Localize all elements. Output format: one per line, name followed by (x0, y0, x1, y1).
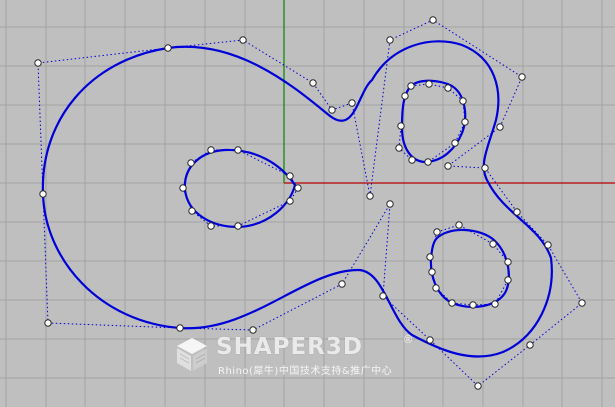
control-polygons (37, 19, 583, 387)
control-point[interactable] (234, 146, 242, 154)
control-point[interactable] (44, 319, 52, 327)
control-point[interactable] (461, 118, 469, 126)
control-point[interactable] (207, 146, 215, 154)
control-point[interactable] (207, 222, 215, 230)
control-point[interactable] (491, 300, 499, 308)
control-point[interactable] (429, 16, 437, 24)
control-point[interactable] (544, 241, 552, 249)
control-point[interactable] (34, 59, 42, 67)
control-point[interactable] (428, 268, 436, 276)
viewport-canvas[interactable] (0, 0, 615, 407)
closed-curve-upper-loop[interactable] (400, 79, 467, 164)
control-point[interactable] (504, 258, 512, 266)
control-point[interactable] (424, 158, 432, 166)
control-point[interactable] (401, 92, 409, 100)
control-point[interactable] (425, 80, 433, 88)
control-point[interactable] (444, 84, 452, 92)
control-point[interactable] (513, 208, 521, 216)
control-point[interactable] (366, 192, 374, 200)
control-point[interactable] (474, 382, 482, 390)
control-point[interactable] (518, 73, 526, 81)
control-point[interactable] (286, 172, 294, 180)
control-point[interactable] (448, 299, 456, 307)
control-point[interactable] (294, 184, 302, 192)
control-point[interactable] (504, 276, 512, 284)
control-point[interactable] (239, 36, 247, 44)
closed-curve-outer[interactable] (41, 40, 553, 358)
control-point[interactable] (179, 184, 187, 192)
control-point[interactable] (39, 190, 47, 198)
control-point[interactable] (459, 97, 467, 105)
control-point[interactable] (578, 299, 586, 307)
control-point[interactable] (379, 292, 387, 300)
control-polygon (429, 224, 509, 306)
control-point[interactable] (164, 44, 172, 52)
control-point[interactable] (397, 122, 405, 130)
control-point[interactable] (386, 36, 394, 44)
control-point[interactable] (408, 156, 416, 164)
control-point[interactable] (338, 280, 346, 288)
control-polygon (37, 19, 583, 387)
control-point[interactable] (286, 197, 294, 205)
control-point[interactable] (176, 324, 184, 332)
rhino-top-viewport[interactable]: SHAPER3D ® Rhino(犀牛)中国技术支持&推广中心 (0, 0, 615, 407)
control-point[interactable] (426, 336, 434, 344)
control-point[interactable] (432, 284, 440, 292)
control-point[interactable] (234, 222, 242, 230)
control-point[interactable] (249, 326, 257, 334)
control-point[interactable] (489, 240, 497, 248)
control-point[interactable] (426, 253, 434, 261)
control-polygon (398, 83, 466, 163)
control-point[interactable] (188, 207, 196, 215)
control-point[interactable] (433, 228, 441, 236)
construction-grid (0, 0, 615, 407)
control-point[interactable] (328, 106, 336, 114)
control-point[interactable] (455, 221, 463, 229)
closed-curve-teardrop[interactable] (183, 148, 297, 229)
control-point[interactable] (469, 301, 477, 309)
control-point[interactable] (526, 341, 534, 349)
control-point[interactable] (348, 99, 356, 107)
control-point[interactable] (386, 200, 394, 208)
control-point[interactable] (187, 159, 195, 167)
control-point[interactable] (395, 144, 403, 152)
control-point[interactable] (481, 164, 489, 172)
control-point[interactable] (496, 123, 504, 131)
control-point[interactable] (451, 139, 459, 147)
control-point[interactable] (309, 79, 317, 87)
control-point[interactable] (444, 162, 452, 170)
control-point[interactable] (407, 82, 415, 90)
